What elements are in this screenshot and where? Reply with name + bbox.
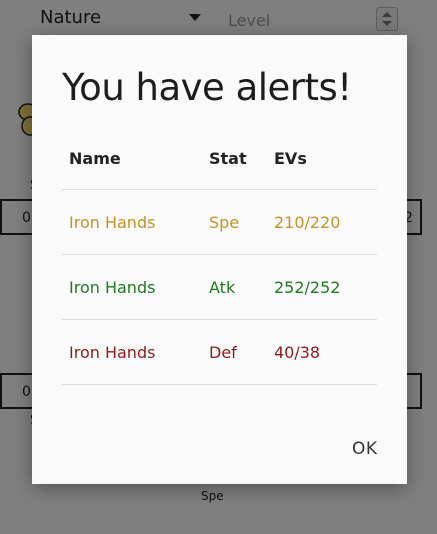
column-header-evs: EVs	[274, 149, 307, 168]
alerts-table: Name Stat EVs Iron Hands Spe 210/220 Iro…	[62, 143, 377, 385]
alert-stat: Def	[209, 343, 237, 362]
column-header-name: Name	[69, 149, 121, 168]
table-row: Iron Hands Atk 252/252	[62, 255, 377, 320]
column-header-stat: Stat	[209, 149, 247, 168]
ok-button[interactable]: OK	[346, 435, 384, 463]
alert-evs: 210/220	[274, 213, 341, 232]
table-row: Iron Hands Def 40/38	[62, 320, 377, 385]
alert-evs: 40/38	[274, 343, 321, 362]
alert-name: Iron Hands	[69, 213, 156, 232]
alert-evs: 252/252	[274, 278, 341, 297]
alert-stat: Spe	[209, 213, 240, 232]
alert-name: Iron Hands	[69, 278, 156, 297]
dialog-title: You have alerts!	[62, 66, 352, 109]
alerts-dialog: You have alerts! Name Stat EVs Iron Hand…	[32, 35, 407, 484]
table-header: Name Stat EVs	[62, 143, 377, 190]
table-row: Iron Hands Spe 210/220	[62, 190, 377, 255]
alert-stat: Atk	[209, 278, 236, 297]
alert-name: Iron Hands	[69, 343, 156, 362]
